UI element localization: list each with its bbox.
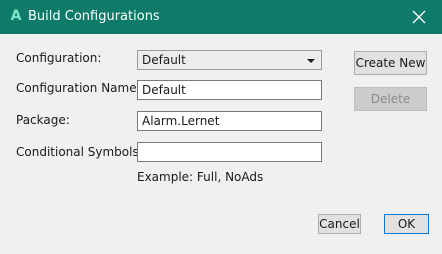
build-configurations-dialog: A Build Configurations Configuration: De… (0, 0, 442, 254)
close-button[interactable] (400, 0, 438, 34)
conditional-symbols-hint: Example: Full, NoAds (137, 170, 264, 184)
package-label: Package: (16, 113, 70, 127)
configuration-label: Configuration: (16, 51, 102, 65)
configuration-name-input[interactable]: Default (137, 80, 322, 100)
package-input[interactable]: Alarm.Lernet (137, 111, 322, 131)
close-icon (412, 10, 426, 24)
conditional-symbols-label: Conditional Symbols: (16, 145, 143, 159)
conditional-symbols-input[interactable] (137, 142, 322, 162)
ok-button[interactable]: OK (384, 214, 429, 234)
configuration-name-label: Configuration Name: (16, 81, 141, 95)
configuration-select[interactable]: Default (137, 50, 322, 70)
app-logo-icon: A (10, 8, 22, 24)
cancel-button[interactable]: Cancel (318, 214, 361, 234)
chevron-down-icon (307, 59, 315, 63)
create-new-button[interactable]: Create New (354, 51, 427, 75)
title-bar: A Build Configurations (0, 0, 442, 34)
delete-button[interactable]: Delete (354, 87, 427, 111)
configuration-select-value: Default (142, 53, 186, 67)
window-title: Build Configurations (28, 9, 160, 24)
